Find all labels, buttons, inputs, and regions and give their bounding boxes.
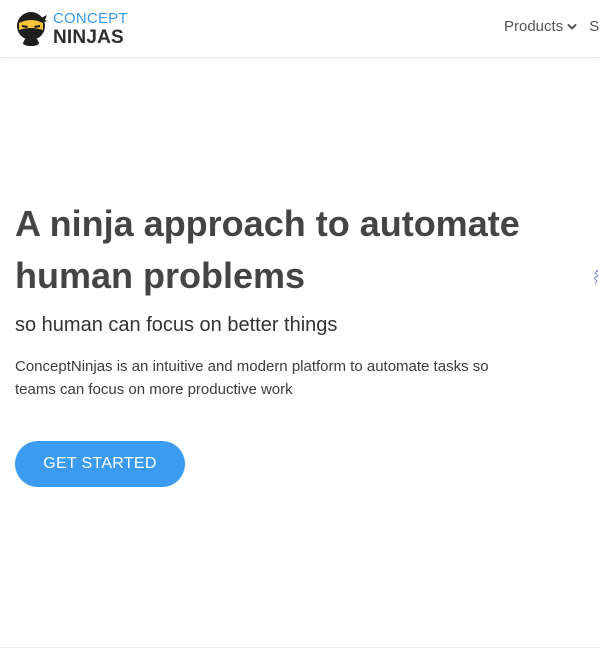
- get-started-button[interactable]: GET STARTED: [15, 441, 185, 487]
- hero-headline: A ninja approach to automate human probl…: [15, 203, 520, 296]
- hero-illustration: [593, 269, 599, 285]
- site-header: CONCEPT NINJAS Products S: [0, 0, 600, 58]
- logo-top-text: CONCEPT: [53, 10, 128, 27]
- section-divider: [0, 647, 600, 648]
- logo-link[interactable]: CONCEPT NINJAS: [14, 8, 128, 50]
- ninja-mascot-icon: [17, 12, 47, 46]
- logo-bottom-text: NINJAS: [53, 27, 124, 48]
- hero-description: ConceptNinjas is an intuitive and modern…: [15, 358, 489, 398]
- nav-item-next[interactable]: S: [589, 18, 599, 35]
- chevron-down-icon: [567, 23, 577, 29]
- logo-wordmark: CONCEPT NINJAS: [53, 11, 128, 47]
- hero-subheadline: so human can focus on better things: [15, 314, 338, 336]
- main-nav: Products S: [504, 18, 599, 35]
- nav-products-label: Products: [504, 18, 564, 35]
- nav-products[interactable]: Products: [504, 18, 577, 35]
